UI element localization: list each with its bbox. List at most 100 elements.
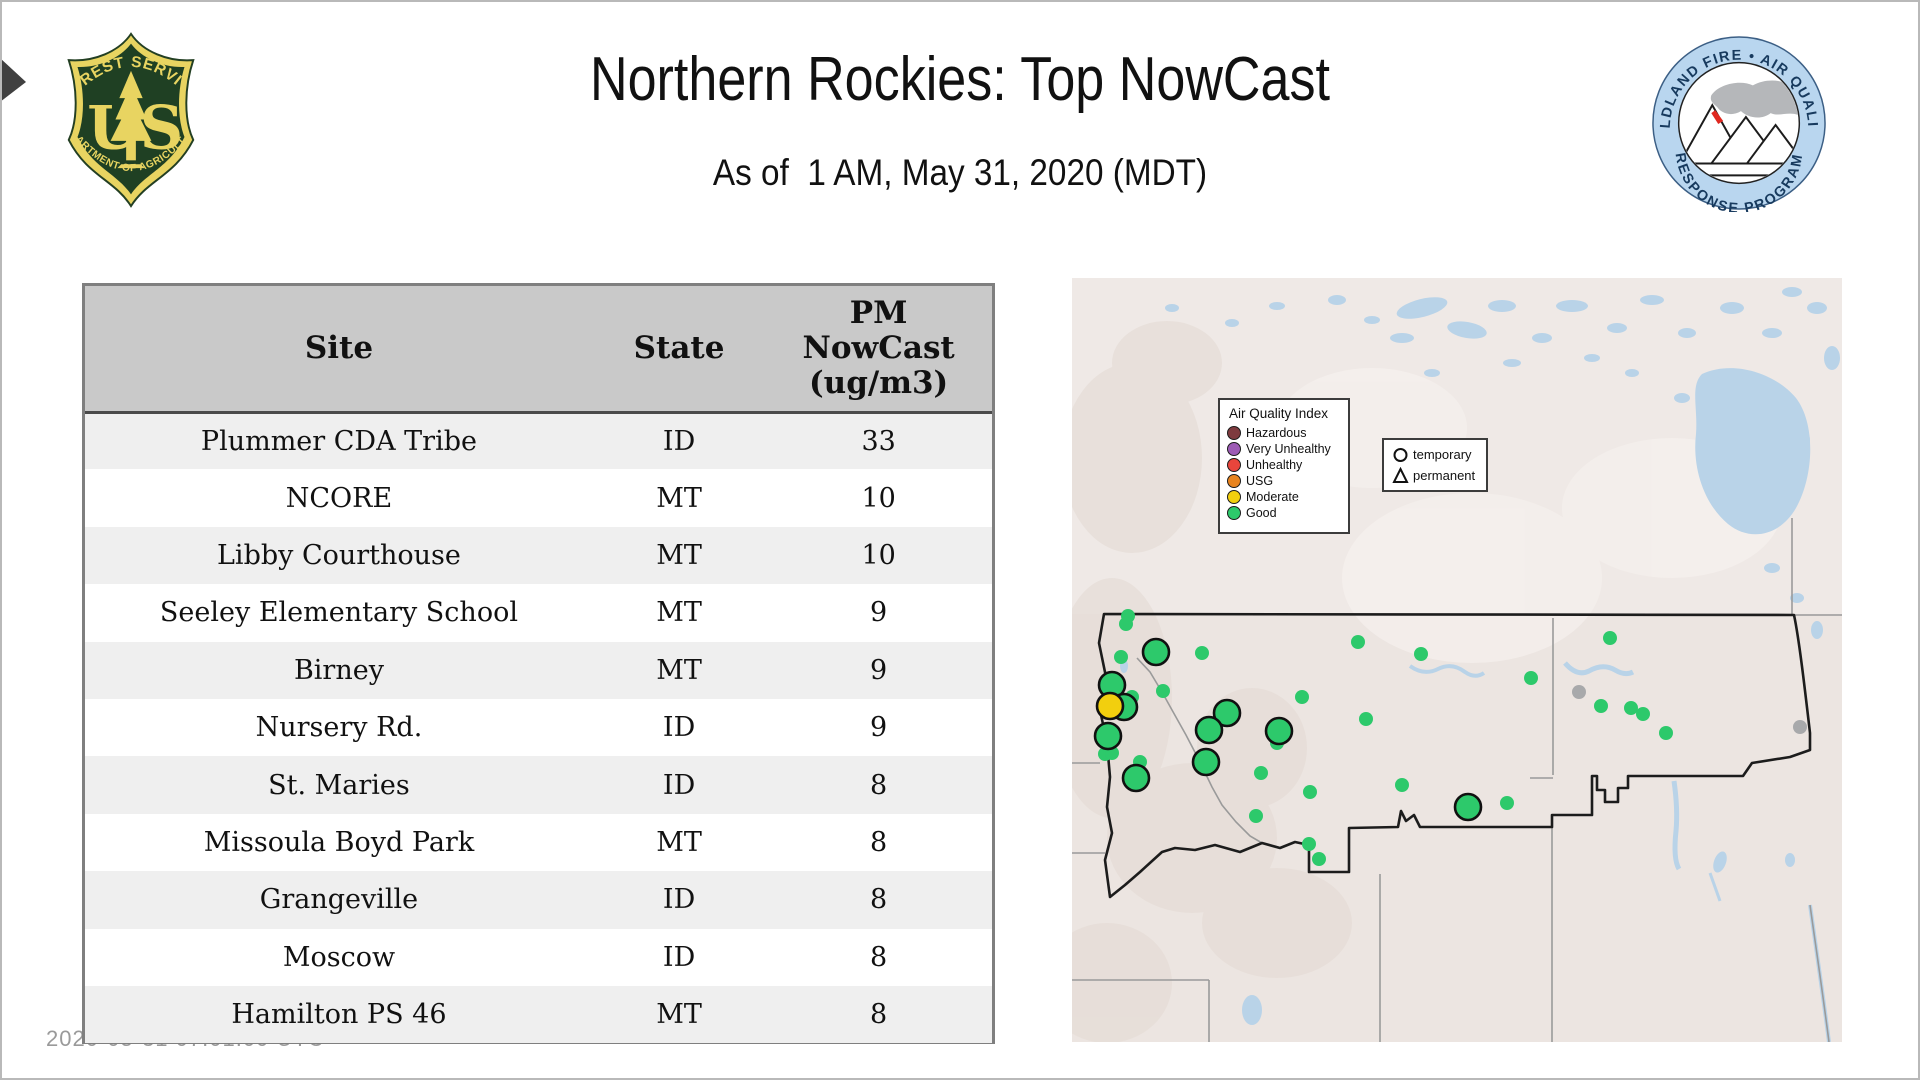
map-marker-permanent (1453, 792, 1483, 822)
site-cell: Missoula Boyd Park (203, 826, 475, 858)
map-marker-temporary (1793, 720, 1807, 734)
aqi-color-dot-icon (1227, 474, 1241, 488)
map-marker-temporary (1249, 809, 1263, 823)
map-marker-permanent (1093, 721, 1123, 751)
value-cell: 10 (861, 539, 896, 571)
table-row: Plummer CDA Tribe ID 33 (85, 412, 992, 470)
aqi-item-label: Very Unhealthy (1246, 442, 1331, 456)
value-cell: 9 (870, 597, 888, 629)
value-cell: 8 (870, 941, 888, 973)
map-marker-temporary (1636, 707, 1650, 721)
temporary-label: temporary (1413, 447, 1472, 462)
site-cell: Seeley Elementary School (159, 597, 518, 629)
value-cell: 8 (870, 826, 888, 858)
map-marker-temporary (1303, 785, 1317, 799)
map-marker-temporary (1594, 699, 1608, 713)
value-cell: 33 (861, 425, 896, 457)
aqi-legend: Air Quality Index Hazardous Very Unhealth… (1218, 398, 1350, 534)
table-row: Libby Courthouse MT 10 (85, 526, 992, 585)
map-marker-temporary (1114, 650, 1128, 664)
map-marker-permanent (1121, 763, 1151, 793)
permanent-symbol-icon (1392, 467, 1409, 483)
state-cell: ID (662, 712, 696, 744)
forest-service-logo: FOREST SERVICE U S DEPARTMENT OF AGRICUL… (55, 30, 195, 208)
page-title: Northern Rockies: Top NowCast (589, 45, 1331, 114)
column-header-state: State (592, 286, 766, 414)
map-marker-permanent (1095, 691, 1125, 721)
site-cell: NCORE (285, 482, 393, 514)
site-cell: Libby Courthouse (217, 539, 461, 571)
table-row: Missoula Boyd Park MT 8 (85, 813, 992, 872)
table-row: Grangeville ID 8 (85, 871, 992, 929)
map-marker-temporary (1359, 712, 1373, 726)
map-marker-temporary (1414, 647, 1428, 661)
state-cell: ID (662, 769, 696, 801)
aqi-item-label: Hazardous (1246, 426, 1307, 440)
corner-mark (0, 58, 26, 102)
site-cell: Grangeville (259, 884, 419, 916)
aqi-item-label: Good (1246, 506, 1277, 520)
aqi-color-dot-icon (1227, 490, 1241, 504)
table-row: Nursery Rd. ID 9 (85, 698, 992, 757)
state-cell: MT (656, 597, 702, 629)
value-cell: 8 (870, 769, 888, 801)
site-cell: Birney (293, 654, 384, 686)
aqi-legend-item: Moderate (1227, 489, 1348, 505)
column-header-pm-nowcast: PM NowCast (ug/m3) (765, 286, 992, 414)
aqi-color-dot-icon (1227, 442, 1241, 456)
table-row: Hamilton PS 46 MT 8 (85, 985, 992, 1044)
map-marker-temporary (1603, 631, 1617, 645)
map-marker-temporary (1572, 685, 1586, 699)
page-subtitle: As of 1 AM, May 31, 2020 (MDT) (712, 152, 1208, 193)
aqi-legend-item: Very Unhealthy (1227, 441, 1348, 457)
aqi-legend-item: Hazardous (1227, 425, 1348, 441)
state-cell: ID (662, 425, 696, 457)
temporary-symbol-icon (1393, 448, 1408, 462)
map-marker-temporary (1302, 837, 1316, 851)
table-row: NCORE MT 10 (85, 469, 992, 527)
table-header-row: Site State PM NowCast (ug/m3) (85, 286, 992, 414)
map-marker-temporary (1119, 617, 1133, 631)
wfaqrp-logo: WILDLAND FIRE • AIR QUALITY RESPONSE PRO… (1650, 34, 1826, 212)
site-cell: Moscow (282, 941, 396, 973)
map-marker-temporary (1254, 766, 1268, 780)
map-marker-temporary (1295, 690, 1309, 704)
aqi-item-label: USG (1246, 474, 1274, 488)
state-cell: ID (662, 941, 696, 973)
map-marker-temporary (1500, 796, 1514, 810)
map-canvas (1072, 278, 1842, 1042)
column-header-site: Site (85, 286, 593, 414)
map-marker-temporary (1156, 684, 1170, 698)
aqi-color-dot-icon (1227, 506, 1241, 520)
map-marker-temporary (1351, 635, 1365, 649)
aqi-legend-item: Good (1227, 505, 1348, 521)
aqi-legend-title: Air Quality Index (1229, 406, 1329, 421)
state-cell: MT (656, 999, 702, 1031)
aqi-legend-item: Unhealthy (1227, 457, 1348, 473)
site-cell: Plummer CDA Tribe (200, 425, 477, 457)
table-row: Seeley Elementary School MT 9 (85, 584, 992, 642)
value-cell: 8 (870, 884, 888, 916)
value-cell: 9 (870, 712, 888, 744)
table-row: Birney MT 9 (85, 641, 992, 699)
site-cell: Nursery Rd. (255, 712, 423, 744)
map-marker-temporary (1659, 726, 1673, 740)
aqi-color-dot-icon (1227, 426, 1241, 440)
state-cell: MT (656, 826, 702, 858)
air-quality-map: Air Quality Index Hazardous Very Unhealth… (1072, 278, 1842, 1042)
state-cell: MT (656, 482, 702, 514)
map-marker-permanent (1191, 747, 1221, 777)
map-marker-temporary (1524, 671, 1538, 685)
symbol-legend: temporary permanent (1382, 438, 1488, 492)
site-cell: Hamilton PS 46 (231, 999, 447, 1031)
site-cell: St. Maries (268, 769, 410, 801)
map-marker-permanent (1141, 637, 1171, 667)
value-cell: 8 (870, 999, 888, 1031)
aqi-item-label: Unhealthy (1246, 458, 1303, 472)
map-marker-temporary (1312, 852, 1326, 866)
value-cell: 10 (861, 482, 896, 514)
state-cell: MT (656, 539, 702, 571)
state-cell: MT (656, 654, 702, 686)
map-marker-permanent (1194, 715, 1224, 745)
table-row: St. Maries ID 8 (85, 756, 992, 814)
